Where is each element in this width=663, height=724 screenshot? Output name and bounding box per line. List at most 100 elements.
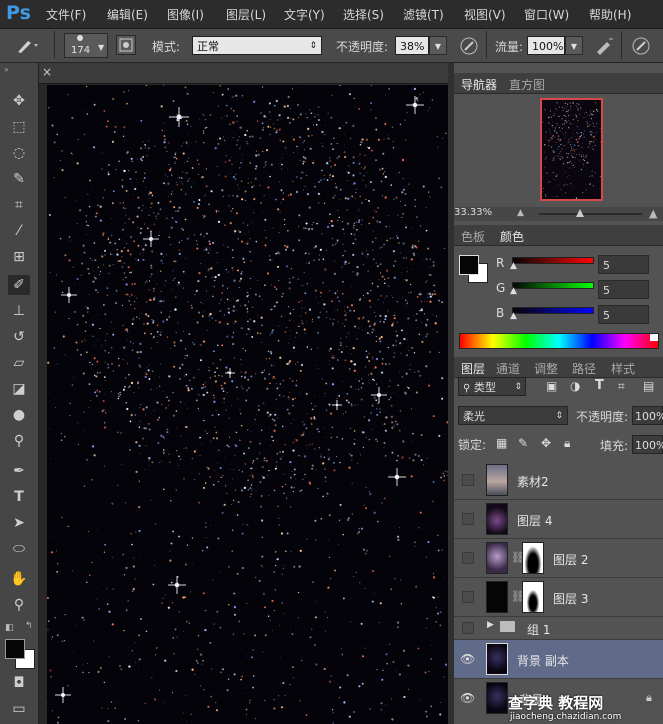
visibility-toggle[interactable] xyxy=(462,591,474,603)
quick-mask-icon[interactable]: ◘ xyxy=(8,673,30,693)
screen-mode-icon[interactable]: ▭ xyxy=(8,699,30,719)
layer-name[interactable]: 图层 3 xyxy=(553,590,588,607)
pressure-size-button[interactable] xyxy=(630,35,652,57)
green-slider[interactable] xyxy=(512,282,594,289)
opacity-input[interactable]: 38% xyxy=(395,36,429,55)
lock-position-icon[interactable]: ✥ xyxy=(541,436,551,450)
navigator-preview[interactable] xyxy=(540,98,603,201)
menu-edit[interactable]: 编辑(E) xyxy=(107,6,148,23)
layer-name[interactable]: 组 1 xyxy=(527,621,550,638)
tab-styles[interactable]: 样式 xyxy=(611,360,635,377)
visibility-toggle[interactable] xyxy=(462,513,474,525)
filter-shape-icon[interactable]: ⌗ xyxy=(618,379,625,394)
tab-color[interactable]: 颜色 xyxy=(500,228,524,245)
move-tool-icon[interactable]: ✥ xyxy=(8,91,30,111)
tab-layers[interactable]: 图层 xyxy=(461,360,485,377)
type-tool-icon[interactable]: T xyxy=(8,487,30,507)
opacity-dropdown-button[interactable]: ▼ xyxy=(429,36,447,55)
path-select-tool-icon[interactable]: ➤ xyxy=(8,513,30,533)
menu-select[interactable]: 选择(S) xyxy=(343,6,384,23)
swap-colors-icon[interactable]: ↰ xyxy=(25,621,33,631)
layer-row[interactable]: 图层 4 xyxy=(454,500,663,539)
tab-paths[interactable]: 路径 xyxy=(572,360,596,377)
lasso-tool-icon[interactable]: ◌ xyxy=(8,143,30,163)
menu-filter[interactable]: 滤镜(T) xyxy=(403,6,444,23)
layer-opacity-input[interactable]: 100% xyxy=(632,406,663,425)
layer-row[interactable]: ⛓ 图层 3 xyxy=(454,578,663,617)
collapse-arrows-icon[interactable]: » xyxy=(4,65,9,74)
menu-layer[interactable]: 图层(L) xyxy=(226,6,266,23)
filter-pixel-icon[interactable]: ▣ xyxy=(546,379,557,393)
dodge-tool-icon[interactable]: ⚲ xyxy=(8,431,30,451)
zoom-in-icon[interactable]: ▲ xyxy=(649,207,657,220)
menu-file[interactable]: 文件(F) xyxy=(46,6,86,23)
layer-name[interactable]: 图层 4 xyxy=(517,512,552,529)
layer-row[interactable]: 👁︎ 背景 副本 xyxy=(454,640,663,679)
blue-slider[interactable] xyxy=(512,307,594,314)
layer-name[interactable]: 图层 2 xyxy=(553,551,588,568)
zoom-tool-icon[interactable]: ⚲ xyxy=(8,595,30,615)
paint-bucket-tool-icon[interactable]: ◪ xyxy=(8,379,30,399)
blue-slider-thumb[interactable]: ▲ xyxy=(510,311,517,321)
brush-panel-toggle-button[interactable] xyxy=(116,35,136,55)
layer-group-row[interactable]: ▶ 组 1 xyxy=(454,617,663,640)
eraser-tool-icon[interactable]: ▱ xyxy=(8,353,30,373)
visibility-toggle[interactable] xyxy=(462,622,474,634)
filter-smart-object-icon[interactable]: ▤ xyxy=(643,379,654,393)
tab-adjustments[interactable]: 调整 xyxy=(534,360,558,377)
lock-transparent-icon[interactable]: ▦ xyxy=(496,436,507,450)
menu-type[interactable]: 文字(Y) xyxy=(284,6,325,23)
menu-window[interactable]: 窗口(W) xyxy=(524,6,569,23)
quick-select-tool-icon[interactable]: ✎ xyxy=(8,169,30,189)
red-input[interactable]: 5 xyxy=(598,255,649,274)
zoom-slider-thumb[interactable] xyxy=(576,209,584,217)
foreground-color-swatch[interactable] xyxy=(5,639,25,659)
mode-select[interactable]: 正常 ⇕ xyxy=(192,36,322,55)
pressure-opacity-button[interactable] xyxy=(458,35,480,57)
history-brush-tool-icon[interactable]: ↺ xyxy=(8,327,30,347)
tab-channels[interactable]: 通道 xyxy=(496,360,520,377)
airbrush-button[interactable] xyxy=(593,35,615,57)
tab-swatches[interactable]: 色板 xyxy=(461,228,485,245)
eye-icon[interactable]: 👁︎ xyxy=(460,691,475,705)
close-document-icon[interactable]: × xyxy=(42,65,52,79)
red-slider[interactable] xyxy=(512,257,594,264)
blur-tool-icon[interactable]: ● xyxy=(8,405,30,425)
image-canvas[interactable] xyxy=(47,85,448,724)
default-colors-icon[interactable]: ◧ xyxy=(5,623,14,633)
brush-tool-preset-button[interactable] xyxy=(12,34,42,56)
zoom-value[interactable]: 33.33% xyxy=(454,207,492,218)
zoom-slider[interactable] xyxy=(539,213,642,215)
layer-name[interactable]: 背景 副本 xyxy=(517,652,569,669)
hand-tool-icon[interactable]: ✋ xyxy=(8,569,30,589)
filter-adjustment-icon[interactable]: ◑ xyxy=(570,379,580,393)
flow-dropdown-button[interactable]: ▼ xyxy=(565,36,583,55)
layer-name[interactable]: 素材2 xyxy=(517,473,549,490)
eyedropper-tool-icon[interactable]: ⁄ xyxy=(8,221,30,241)
lock-all-icon[interactable]: 🔒︎ xyxy=(564,436,570,451)
green-input[interactable]: 5 xyxy=(598,280,649,299)
blue-input[interactable]: 5 xyxy=(598,305,649,324)
menu-view[interactable]: 视图(V) xyxy=(464,6,506,23)
filter-type-icon[interactable]: T xyxy=(595,378,604,393)
fill-input[interactable]: 100% xyxy=(632,435,663,454)
color-foreground-swatch[interactable] xyxy=(459,255,479,275)
layer-row[interactable]: 素材2 xyxy=(454,461,663,500)
color-spectrum-bar[interactable] xyxy=(459,333,659,349)
tab-histogram[interactable]: 直方图 xyxy=(509,76,545,93)
tab-navigator[interactable]: 导航器 xyxy=(461,76,497,93)
chevron-right-icon[interactable]: ▶ xyxy=(487,620,494,630)
flow-input[interactable]: 100% xyxy=(527,36,565,55)
crop-tool-icon[interactable]: ⌗ xyxy=(8,195,30,215)
spectrum-white-chip[interactable] xyxy=(650,334,658,341)
green-slider-thumb[interactable]: ▲ xyxy=(510,286,517,296)
lock-image-icon[interactable]: ✎ xyxy=(518,436,528,450)
brush-size-picker[interactable]: 174 ▼ xyxy=(64,33,108,58)
menu-help[interactable]: 帮助(H) xyxy=(589,6,631,23)
layer-filter-select[interactable]: ⚲ 类型 ⇕ xyxy=(458,377,526,396)
layer-mask-thumbnail[interactable] xyxy=(522,542,544,574)
blend-mode-select[interactable]: 柔光 ⇕ xyxy=(458,406,568,425)
layer-mask-thumbnail[interactable] xyxy=(522,581,544,613)
zoom-out-icon[interactable]: ▲ xyxy=(517,208,524,218)
visibility-toggle[interactable] xyxy=(462,552,474,564)
